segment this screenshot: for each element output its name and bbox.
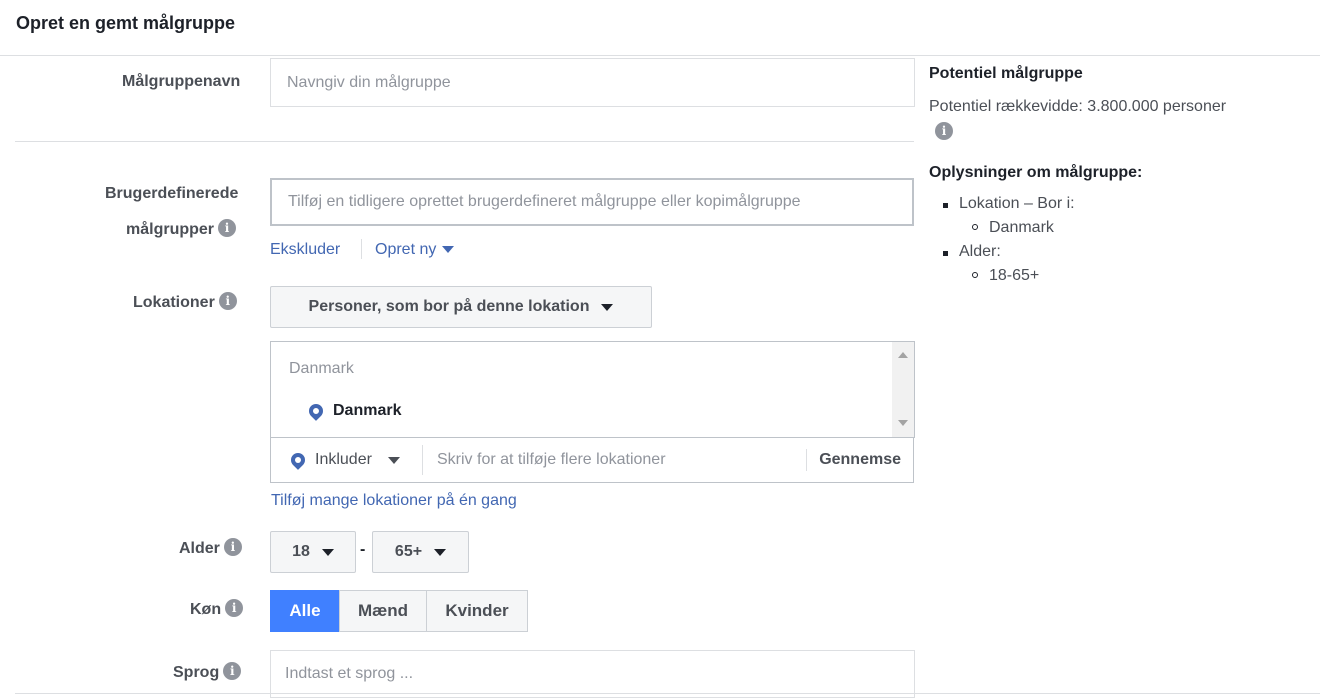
reach-info: i	[935, 122, 953, 140]
language-label-text: Sprog	[173, 664, 220, 682]
age-detail-label: Alder:	[959, 243, 1001, 260]
selected-location-label: Danmark	[333, 402, 402, 419]
gender-female-button[interactable]: Kvinder	[426, 590, 528, 632]
custom-audience-label-text: målgrupper	[126, 221, 215, 239]
dialog-header: Opret en gemt målgruppe	[0, 0, 1320, 56]
age-min-value: 18	[292, 543, 310, 560]
potential-reach-text: Potentiel rækkevidde: 3.800.000 personer	[929, 98, 1227, 115]
bullet	[943, 203, 948, 208]
section-divider	[15, 141, 914, 142]
age-max-value: 65+	[394, 543, 423, 560]
gender-all-button[interactable]: Alle	[270, 590, 340, 632]
language-input[interactable]: Indtast et sprog ...	[270, 650, 915, 698]
create-new-label: Opret ny	[375, 241, 437, 258]
custom-audience-input[interactable]: Tilføj en tidligere oprettet brugerdefin…	[270, 178, 914, 226]
location-pin-icon	[306, 401, 326, 421]
language-placeholder: Indtast et sprog ...	[285, 665, 414, 682]
sub-bullet	[972, 224, 978, 230]
include-dropdown[interactable]: Inkluder	[271, 445, 423, 475]
exclude-link[interactable]: Ekskluder	[270, 241, 340, 259]
location-pin-icon	[288, 450, 308, 470]
location-search-bar: Inkluder Skriv for at tilføje flere loka…	[270, 437, 914, 483]
language-label: Sprog i	[173, 662, 242, 682]
audience-details-title: Oplysninger om målgruppe:	[929, 164, 1143, 181]
caret-down-icon	[434, 548, 447, 556]
gender-male-button[interactable]: Mænd	[339, 590, 427, 632]
info-icon[interactable]: i	[223, 662, 242, 680]
browse-button[interactable]: Gennemse	[806, 449, 913, 471]
gender-label: Køn i	[190, 599, 244, 619]
info-icon[interactable]: i	[223, 538, 242, 556]
scroll-down-icon[interactable]	[898, 420, 908, 426]
audience-name-input[interactable]: Navngiv din målgruppe	[270, 58, 915, 107]
audience-name-placeholder: Navngiv din målgruppe	[287, 73, 451, 91]
link-separator	[361, 239, 362, 259]
scroll-up-icon[interactable]	[898, 352, 908, 358]
audience-name-label: Målgruppenavn	[122, 73, 241, 90]
info-icon[interactable]: i	[218, 292, 237, 310]
age-min-dropdown[interactable]: 18	[270, 531, 356, 573]
locations-label: Lokationer i	[133, 292, 237, 312]
location-type-dropdown[interactable]: Personer, som bor på denne lokation	[270, 286, 652, 328]
location-search-input[interactable]: Skriv for at tilføje flere lokationer	[423, 451, 806, 469]
location-detail-label: Lokation – Bor i:	[959, 195, 1075, 212]
selected-location-item[interactable]: Danmark	[306, 401, 402, 421]
location-group-title: Danmark	[289, 360, 354, 377]
info-icon[interactable]: i	[218, 219, 237, 237]
caret-down-icon	[321, 548, 334, 556]
custom-audience-label-line1: Brugerdefinerede	[105, 185, 239, 202]
dialog-title: Opret en gemt målgruppe	[16, 13, 236, 33]
bulk-locations-link[interactable]: Tilføj mange lokationer på én gang	[271, 492, 517, 510]
include-label: Inkluder	[315, 451, 372, 468]
location-detail-value: Danmark	[989, 219, 1054, 236]
custom-audience-placeholder: Tilføj en tidligere oprettet brugerdefin…	[288, 193, 801, 210]
age-max-dropdown[interactable]: 65+	[372, 531, 469, 573]
selected-locations-box: Danmark Danmark	[270, 341, 915, 438]
age-label: Alder i	[179, 538, 242, 558]
location-type-label: Personer, som bor på denne lokation	[308, 298, 590, 315]
bullet	[943, 251, 948, 256]
sub-bullet	[972, 272, 978, 278]
caret-down-icon	[442, 246, 455, 254]
location-search-placeholder: Skriv for at tilføje flere lokationer	[437, 451, 666, 468]
bottom-divider	[15, 693, 1320, 694]
age-separator: -	[360, 541, 366, 558]
gender-label-text: Køn	[190, 601, 222, 619]
caret-down-icon	[601, 303, 614, 311]
age-detail-value: 18-65+	[989, 267, 1040, 284]
scrollbar[interactable]	[892, 342, 914, 438]
create-new-link[interactable]: Opret ny	[375, 241, 455, 259]
info-icon[interactable]: i	[225, 599, 244, 617]
custom-audience-label-line2: målgrupper i	[126, 219, 237, 239]
age-label-text: Alder	[179, 540, 220, 558]
info-icon[interactable]: i	[935, 122, 953, 140]
locations-label-text: Lokationer	[133, 294, 215, 312]
browse-label: Gennemse	[819, 451, 901, 468]
potential-audience-title: Potentiel målgruppe	[929, 65, 1083, 82]
caret-down-icon	[387, 456, 400, 464]
